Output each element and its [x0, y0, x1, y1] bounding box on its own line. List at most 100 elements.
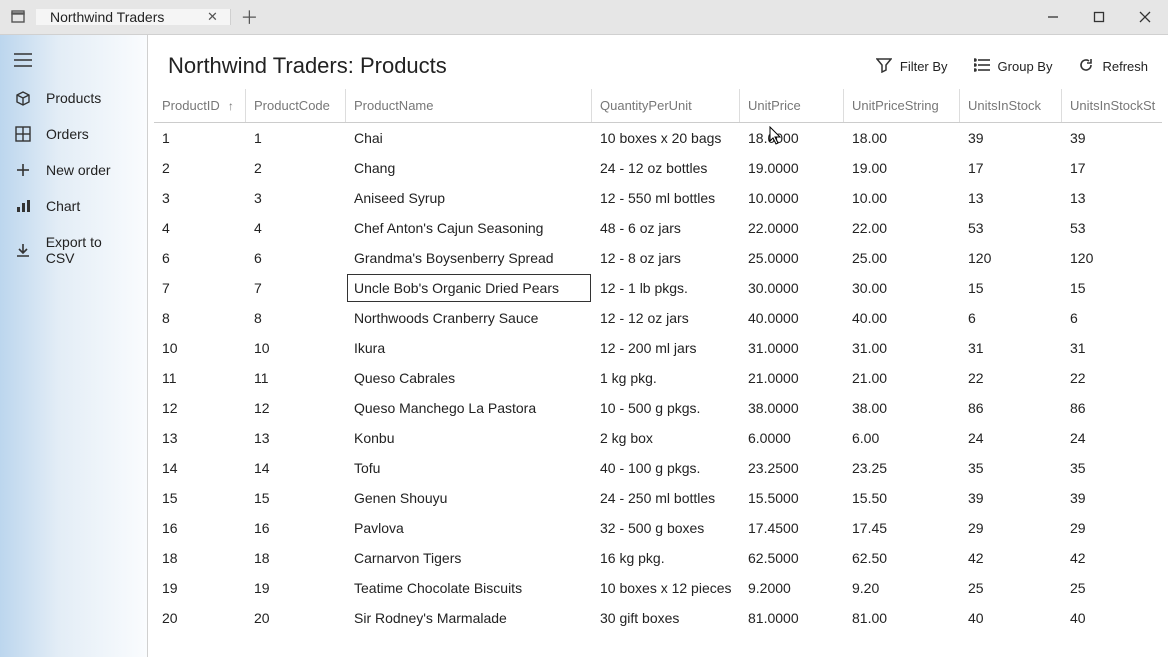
cell-quantityperunit[interactable]: 2 kg box: [592, 423, 740, 453]
cell-unitsinstockst[interactable]: 25: [1062, 573, 1162, 603]
cell-productid[interactable]: 12: [154, 393, 246, 423]
cell-productname[interactable]: Queso Cabrales: [346, 363, 592, 393]
hamburger-button[interactable]: [0, 43, 147, 80]
cell-productid[interactable]: 18: [154, 543, 246, 573]
cell-quantityperunit[interactable]: 12 - 8 oz jars: [592, 243, 740, 273]
cell-productname[interactable]: Northwoods Cranberry Sauce: [346, 303, 592, 333]
table-row[interactable]: 2020Sir Rodney's Marmalade30 gift boxes8…: [154, 603, 1162, 633]
cell-productname[interactable]: Chef Anton's Cajun Seasoning: [346, 213, 592, 243]
cell-productid[interactable]: 16: [154, 513, 246, 543]
cell-unitprice[interactable]: 62.5000: [740, 543, 844, 573]
cell-unitsinstockst[interactable]: 40: [1062, 603, 1162, 633]
cell-unitprice[interactable]: 10.0000: [740, 183, 844, 213]
group-button[interactable]: Group By: [974, 57, 1053, 76]
cell-quantityperunit[interactable]: 16 kg pkg.: [592, 543, 740, 573]
cell-unitsinstock[interactable]: 22: [960, 363, 1062, 393]
cell-productname[interactable]: Ikura: [346, 333, 592, 363]
cell-productid[interactable]: 20: [154, 603, 246, 633]
cell-unitsinstock[interactable]: 13: [960, 183, 1062, 213]
cell-quantityperunit[interactable]: 12 - 12 oz jars: [592, 303, 740, 333]
cell-quantityperunit[interactable]: 10 - 500 g pkgs.: [592, 393, 740, 423]
table-row[interactable]: 1212Queso Manchego La Pastora10 - 500 g …: [154, 393, 1162, 423]
refresh-button[interactable]: Refresh: [1078, 57, 1148, 76]
cell-productname[interactable]: Aniseed Syrup: [346, 183, 592, 213]
cell-unitsinstockst[interactable]: 86: [1062, 393, 1162, 423]
minimize-button[interactable]: [1030, 0, 1076, 34]
cell-unitsinstockst[interactable]: 39: [1062, 123, 1162, 153]
sidebar-item-orders[interactable]: Orders: [0, 116, 147, 152]
cell-productname[interactable]: Grandma's Boysenberry Spread: [346, 243, 592, 273]
cell-unitpricestring[interactable]: 25.00: [844, 243, 960, 273]
table-row[interactable]: 1919Teatime Chocolate Biscuits10 boxes x…: [154, 573, 1162, 603]
col-header-unitsinstock[interactable]: UnitsInStock: [960, 89, 1062, 122]
cell-unitsinstock[interactable]: 39: [960, 123, 1062, 153]
tab-northwind[interactable]: Northwind Traders ✕: [36, 9, 231, 25]
table-row[interactable]: 1010Ikura12 - 200 ml jars31.000031.00313…: [154, 333, 1162, 363]
col-header-unitpricestring[interactable]: UnitPriceString: [844, 89, 960, 122]
cell-productcode[interactable]: 2: [246, 153, 346, 183]
table-row[interactable]: 33Aniseed Syrup12 - 550 ml bottles10.000…: [154, 183, 1162, 213]
cell-unitprice[interactable]: 9.2000: [740, 573, 844, 603]
cell-unitprice[interactable]: 31.0000: [740, 333, 844, 363]
close-button[interactable]: [1122, 0, 1168, 34]
cell-quantityperunit[interactable]: 30 gift boxes: [592, 603, 740, 633]
cell-unitpricestring[interactable]: 9.20: [844, 573, 960, 603]
cell-unitsinstock[interactable]: 40: [960, 603, 1062, 633]
cell-productname[interactable]: Chang: [346, 153, 592, 183]
cell-unitsinstockst[interactable]: 24: [1062, 423, 1162, 453]
cell-unitprice[interactable]: 21.0000: [740, 363, 844, 393]
cell-unitsinstockst[interactable]: 13: [1062, 183, 1162, 213]
cell-unitsinstockst[interactable]: 35: [1062, 453, 1162, 483]
cell-unitpricestring[interactable]: 40.00: [844, 303, 960, 333]
cell-productname[interactable]: Carnarvon Tigers: [346, 543, 592, 573]
cell-unitsinstockst[interactable]: 15: [1062, 273, 1162, 303]
cell-productname[interactable]: Pavlova: [346, 513, 592, 543]
cell-productcode[interactable]: 14: [246, 453, 346, 483]
cell-productcode[interactable]: 1: [246, 123, 346, 153]
filter-button[interactable]: Filter By: [876, 57, 948, 76]
cell-unitpricestring[interactable]: 31.00: [844, 333, 960, 363]
cell-productcode[interactable]: 4: [246, 213, 346, 243]
cell-quantityperunit[interactable]: 10 boxes x 12 pieces: [592, 573, 740, 603]
table-row[interactable]: 77Uncle Bob's Organic Dried Pears12 - 1 …: [154, 273, 1162, 303]
cell-productname[interactable]: Teatime Chocolate Biscuits: [346, 573, 592, 603]
cell-unitpricestring[interactable]: 6.00: [844, 423, 960, 453]
cell-unitpricestring[interactable]: 30.00: [844, 273, 960, 303]
cell-quantityperunit[interactable]: 32 - 500 g boxes: [592, 513, 740, 543]
cell-productcode[interactable]: 8: [246, 303, 346, 333]
col-header-quantityperunit[interactable]: QuantityPerUnit: [592, 89, 740, 122]
cell-unitprice[interactable]: 25.0000: [740, 243, 844, 273]
cell-unitsinstock[interactable]: 86: [960, 393, 1062, 423]
cell-unitsinstock[interactable]: 42: [960, 543, 1062, 573]
cell-productid[interactable]: 14: [154, 453, 246, 483]
sidebar-item-export-to-csv[interactable]: Export to CSV: [0, 224, 147, 276]
table-row[interactable]: 1313Konbu2 kg box6.00006.002424: [154, 423, 1162, 453]
cell-unitsinstockst[interactable]: 120: [1062, 243, 1162, 273]
cell-unitpricestring[interactable]: 19.00: [844, 153, 960, 183]
cell-unitprice[interactable]: 38.0000: [740, 393, 844, 423]
cell-quantityperunit[interactable]: 1 kg pkg.: [592, 363, 740, 393]
sidebar-item-products[interactable]: Products: [0, 80, 147, 116]
cell-quantityperunit[interactable]: 10 boxes x 20 bags: [592, 123, 740, 153]
table-row[interactable]: 1515Genen Shouyu24 - 250 ml bottles15.50…: [154, 483, 1162, 513]
close-icon[interactable]: ✕: [204, 9, 220, 25]
cell-unitpricestring[interactable]: 23.25: [844, 453, 960, 483]
cell-unitsinstock[interactable]: 29: [960, 513, 1062, 543]
cell-unitsinstockst[interactable]: 42: [1062, 543, 1162, 573]
cell-productcode[interactable]: 10: [246, 333, 346, 363]
cell-productid[interactable]: 1: [154, 123, 246, 153]
maximize-button[interactable]: [1076, 0, 1122, 34]
cell-unitsinstockst[interactable]: 6: [1062, 303, 1162, 333]
cell-unitsinstock[interactable]: 31: [960, 333, 1062, 363]
cell-productname[interactable]: Genen Shouyu: [346, 483, 592, 513]
cell-unitsinstockst[interactable]: 17: [1062, 153, 1162, 183]
cell-productcode[interactable]: 3: [246, 183, 346, 213]
cell-unitsinstock[interactable]: 53: [960, 213, 1062, 243]
table-row[interactable]: 1111Queso Cabrales1 kg pkg.21.000021.002…: [154, 363, 1162, 393]
cell-productcode[interactable]: 12: [246, 393, 346, 423]
cell-productcode[interactable]: 15: [246, 483, 346, 513]
cell-unitprice[interactable]: 19.0000: [740, 153, 844, 183]
cell-productname[interactable]: Sir Rodney's Marmalade: [346, 603, 592, 633]
cell-unitprice[interactable]: 81.0000: [740, 603, 844, 633]
cell-productid[interactable]: 4: [154, 213, 246, 243]
